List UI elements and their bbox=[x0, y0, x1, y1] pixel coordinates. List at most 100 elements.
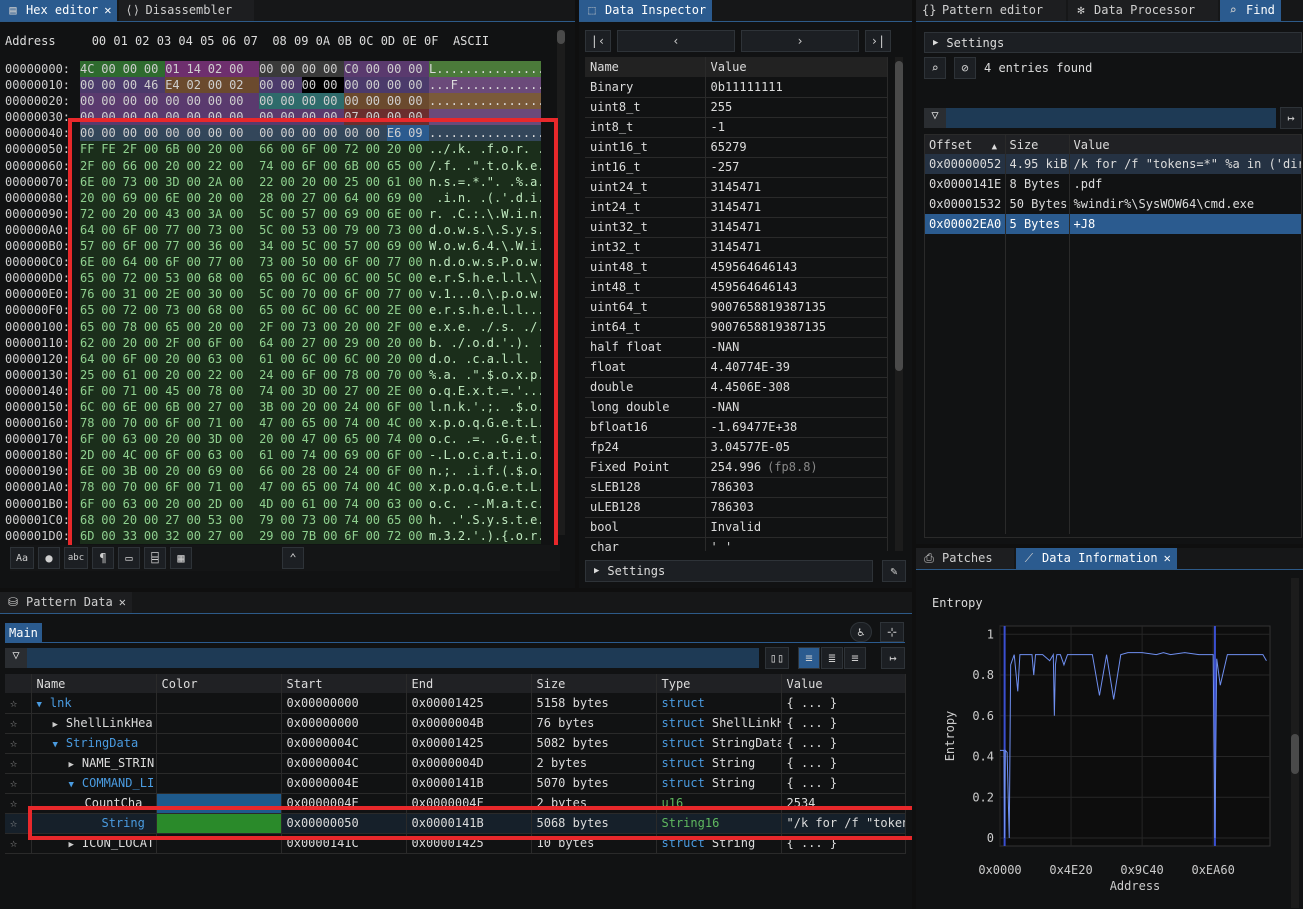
hex-byte[interactable]: 66 bbox=[122, 157, 144, 174]
hex-byte[interactable]: 3B bbox=[122, 463, 144, 480]
hex-byte[interactable]: 20 bbox=[207, 318, 230, 335]
hex-byte[interactable]: 00 bbox=[101, 157, 123, 174]
hex-row[interactable]: 6F 00 63 00 20 00 3D 00 20 00 47 00 65 00 74 00 bbox=[80, 431, 430, 448]
hex-byte[interactable]: 00 bbox=[365, 270, 387, 287]
hex-byte[interactable]: 00 bbox=[322, 270, 345, 287]
hex-byte[interactable]: 53 bbox=[301, 221, 323, 239]
hex-byte[interactable]: 65 bbox=[259, 302, 281, 319]
hex-byte[interactable]: 00 bbox=[280, 334, 302, 351]
hex-byte[interactable]: 00 bbox=[365, 527, 387, 544]
col-value[interactable]: Value bbox=[781, 674, 906, 693]
ascii-row[interactable]: ................ bbox=[429, 93, 541, 110]
hex-byte[interactable]: 00 bbox=[229, 141, 260, 158]
hex-byte[interactable]: 00 bbox=[186, 109, 208, 126]
collapse-up-icon[interactable]: ⌃ bbox=[282, 547, 304, 569]
export-icon[interactable]: ↦ bbox=[881, 647, 905, 669]
hex-byte[interactable]: 6B bbox=[344, 157, 366, 174]
hex-byte[interactable]: 76 bbox=[80, 286, 102, 303]
hex-byte[interactable]: 57 bbox=[301, 205, 323, 222]
inspector-value[interactable]: -1 bbox=[705, 117, 888, 138]
hex-byte[interactable]: 7B bbox=[301, 527, 323, 544]
hex-byte[interactable]: 00 bbox=[229, 254, 260, 271]
hex-byte[interactable]: 20 bbox=[165, 350, 187, 367]
hex-byte[interactable]: 68 bbox=[80, 511, 102, 528]
hex-byte[interactable]: 22 bbox=[259, 173, 281, 190]
pattern-row[interactable]: ☆ String 0x00000050 0x0000141B 5068 bytes Str… bbox=[5, 813, 906, 834]
hex-byte[interactable]: 00 bbox=[186, 141, 208, 158]
hex-byte[interactable]: 20 bbox=[122, 511, 144, 528]
hex-byte[interactable]: 00 bbox=[101, 382, 123, 399]
hex-byte[interactable]: 50 bbox=[301, 254, 323, 271]
hex-byte[interactable]: 00 bbox=[365, 189, 387, 206]
hex-byte[interactable]: 00 bbox=[143, 141, 166, 158]
hex-byte[interactable]: 00 bbox=[101, 463, 123, 480]
hex-byte[interactable]: 62 bbox=[80, 334, 102, 351]
hex-byte[interactable]: 00 bbox=[101, 495, 123, 512]
hex-byte[interactable]: 00 bbox=[408, 350, 430, 367]
hex-byte[interactable]: 00 bbox=[408, 173, 430, 190]
hex-byte[interactable]: 43 bbox=[165, 205, 187, 222]
hex-byte[interactable]: 00 bbox=[143, 109, 166, 126]
hex-byte[interactable]: 6F bbox=[386, 398, 409, 416]
hex-byte[interactable]: 07 bbox=[344, 109, 366, 126]
hex-row[interactable]: 65 00 78 00 65 00 20 00 2F 00 73 00 20 00 2F 00 bbox=[80, 318, 430, 335]
inspector-value[interactable]: -257 bbox=[705, 157, 888, 178]
hex-byte[interactable]: 00 bbox=[101, 173, 123, 190]
hex-byte[interactable]: 65 bbox=[386, 511, 409, 528]
inspector-settings[interactable]: ▶ Settings bbox=[585, 560, 873, 582]
hex-byte[interactable]: 00 bbox=[322, 93, 345, 110]
inspector-value[interactable]: 3145471 bbox=[705, 177, 888, 198]
hex-byte[interactable]: 2D bbox=[207, 495, 230, 512]
hex-byte[interactable]: 00 bbox=[229, 479, 260, 496]
hex-byte[interactable]: 00 bbox=[408, 205, 430, 222]
find-result-row[interactable]: 0x00002EA0 5 Bytes +J8 bbox=[925, 214, 1301, 234]
hex-byte[interactable]: 74 bbox=[344, 479, 366, 496]
close-icon[interactable]: ✕ bbox=[104, 3, 111, 17]
hex-byte[interactable]: 00 bbox=[229, 93, 260, 110]
hex-byte[interactable]: 6C bbox=[344, 350, 366, 367]
hex-byte[interactable]: 00 bbox=[259, 125, 281, 142]
hex-scrollbar[interactable] bbox=[557, 30, 565, 535]
hex-byte[interactable]: 4C bbox=[386, 479, 409, 496]
hex-byte[interactable]: 00 bbox=[101, 238, 123, 255]
pattern-name[interactable]: ▶ ICON_LOCAT bbox=[31, 833, 157, 854]
hex-byte[interactable]: 00 bbox=[186, 318, 208, 335]
hex-byte[interactable]: 77 bbox=[165, 221, 187, 239]
hex-byte[interactable]: 73 bbox=[386, 221, 409, 239]
last-icon[interactable]: ›| bbox=[865, 30, 891, 52]
hex-byte[interactable]: 00 bbox=[143, 125, 166, 142]
hex-byte[interactable]: 72 bbox=[122, 270, 144, 287]
hex-byte[interactable]: 00 bbox=[365, 205, 387, 222]
hex-byte[interactable]: 00 bbox=[143, 205, 166, 222]
hex-byte[interactable]: 45 bbox=[165, 382, 187, 399]
pattern-name[interactable]: ▶ ShellLinkHea bbox=[31, 713, 157, 734]
col-value[interactable]: Value bbox=[1069, 135, 1301, 154]
hex-byte[interactable]: 00 bbox=[365, 447, 387, 464]
hex-byte[interactable]: 00 bbox=[280, 382, 302, 399]
hex-byte[interactable]: 6F bbox=[165, 415, 187, 432]
hex-byte[interactable]: 27 bbox=[344, 382, 366, 399]
expand-icon[interactable]: ▶ bbox=[53, 720, 58, 730]
hex-byte[interactable]: 6E bbox=[80, 463, 102, 480]
hex-byte[interactable]: 20 bbox=[386, 141, 409, 158]
hex-byte[interactable]: 65 bbox=[80, 270, 102, 287]
hex-byte[interactable]: 00 bbox=[229, 527, 260, 544]
hex-byte[interactable]: 00 bbox=[101, 125, 123, 142]
hex-byte[interactable]: 00 bbox=[101, 221, 123, 239]
hex-byte[interactable]: 00 bbox=[280, 318, 302, 335]
inspector-row[interactable]: uint48_t 459564646143 bbox=[585, 257, 888, 278]
star-icon[interactable]: ☆ bbox=[10, 756, 17, 770]
hex-byte[interactable]: E6 bbox=[386, 125, 409, 142]
hex-byte[interactable]: 00 bbox=[322, 447, 345, 464]
tab-pattern-editor[interactable]: {} Pattern editor bbox=[916, 0, 1066, 21]
hex-byte[interactable]: 70 bbox=[122, 415, 144, 432]
abc-icon[interactable]: abc bbox=[64, 547, 88, 569]
hex-byte[interactable]: 00 bbox=[365, 254, 387, 271]
hex-byte[interactable]: 00 bbox=[101, 511, 123, 528]
hex-row[interactable]: 00 00 00 00 00 00 00 00 00 00 00 00 00 00 00 00 bbox=[80, 93, 430, 110]
hex-byte[interactable]: 00 bbox=[101, 350, 123, 367]
hex-byte[interactable]: 00 bbox=[101, 527, 123, 544]
hex-byte[interactable]: 00 bbox=[165, 125, 187, 142]
col-color[interactable]: Color bbox=[156, 674, 282, 693]
hex-byte[interactable]: 00 bbox=[143, 479, 166, 496]
